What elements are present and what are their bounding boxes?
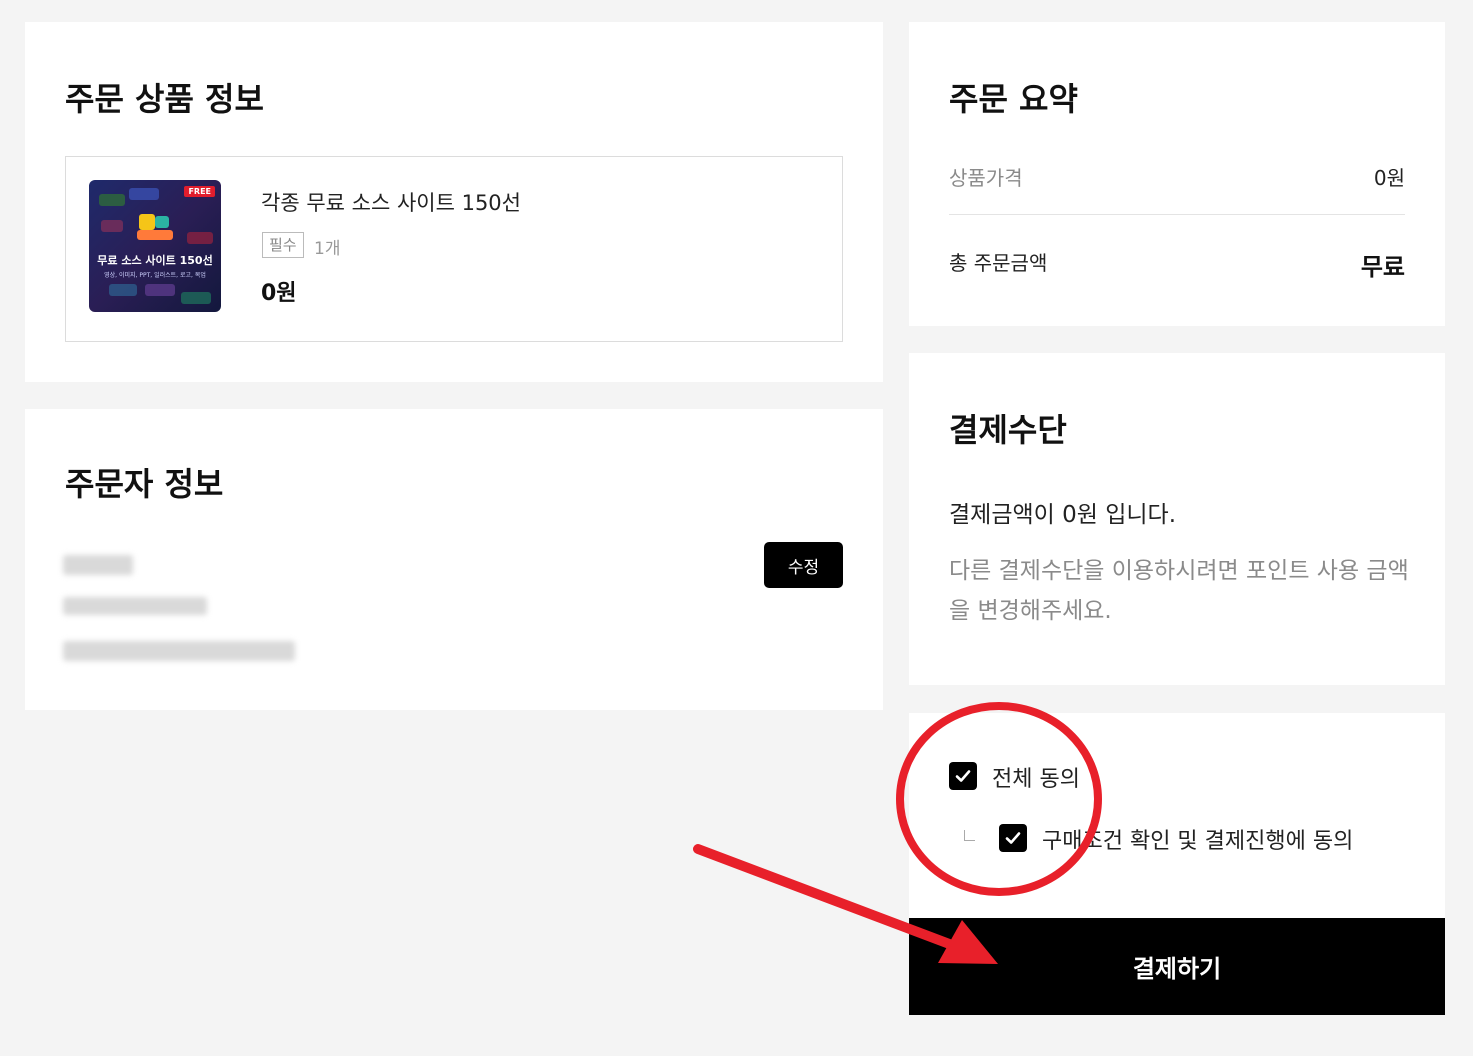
agree-all-label[interactable]: 전체 동의 xyxy=(992,761,1080,793)
total-label: 총 주문금액 xyxy=(949,251,1048,275)
orderer-info-card: 주문자 정보 수정 xyxy=(25,409,883,710)
order-product-card: 주문 상품 정보 FREE 무료 소스 사이트 150선 영상, 이미지, PP… xyxy=(25,22,883,382)
agree-purchase-checkbox[interactable] xyxy=(999,824,1027,852)
product-price-label: 상품가격 xyxy=(949,166,1023,190)
payment-method-title: 결제수단 xyxy=(949,411,1067,449)
orderer-phone-redacted xyxy=(63,597,207,615)
free-badge: FREE xyxy=(184,186,215,197)
payment-hint-text: 다른 결제수단을 이용하시려면 포인트 사용 금액을 변경해주세요. xyxy=(949,558,1409,624)
order-summary-card: 주문 요약 상품가격 0원 총 주문금액 무료 xyxy=(909,22,1445,326)
order-summary-title: 주문 요약 xyxy=(949,80,1078,118)
total-value: 무료 xyxy=(1360,253,1405,281)
orderer-info-title: 주문자 정보 xyxy=(65,465,224,503)
product-name: 각종 무료 소스 사이트 150선 xyxy=(261,191,521,215)
agree-purchase-label[interactable]: 구매조건 확인 및 결제진행에 동의 xyxy=(1042,823,1353,855)
summary-divider xyxy=(949,214,1405,215)
product-thumbnail: FREE 무료 소스 사이트 150선 영상, 이미지, PPT, 일러스트, … xyxy=(89,180,221,312)
required-badge: 필수 xyxy=(262,232,304,258)
product-price-value: 0원 xyxy=(1373,166,1405,190)
orderer-email-redacted xyxy=(63,641,295,661)
payment-method-card: 결제수단 결제금액이 0원 입니다. 다른 결제수단을 이용하시려면 포인트 사… xyxy=(909,353,1445,685)
checkmark-icon xyxy=(1005,832,1021,844)
agreement-card: 전체 동의 구매조건 확인 및 결제진행에 동의 xyxy=(909,713,1445,918)
agree-all-checkbox[interactable] xyxy=(949,762,977,790)
orderer-name-redacted xyxy=(63,555,133,575)
sub-item-indent-icon xyxy=(964,830,975,841)
order-product-title: 주문 상품 정보 xyxy=(65,80,264,118)
checkmark-icon xyxy=(955,770,971,782)
product-price: 0원 xyxy=(261,281,297,306)
pay-button[interactable]: 결제하기 xyxy=(909,918,1445,1015)
thumbnail-subtitle: 영상, 이미지, PPT, 일러스트, 로고, 목업 xyxy=(104,272,206,279)
payment-amount-text: 결제금액이 0원 입니다. xyxy=(949,502,1177,528)
edit-button[interactable]: 수정 xyxy=(764,542,843,588)
product-item: FREE 무료 소스 사이트 150선 영상, 이미지, PPT, 일러스트, … xyxy=(65,156,843,342)
product-quantity: 1개 xyxy=(314,239,341,259)
thumbnail-title: 무료 소스 사이트 150선 xyxy=(97,254,213,267)
